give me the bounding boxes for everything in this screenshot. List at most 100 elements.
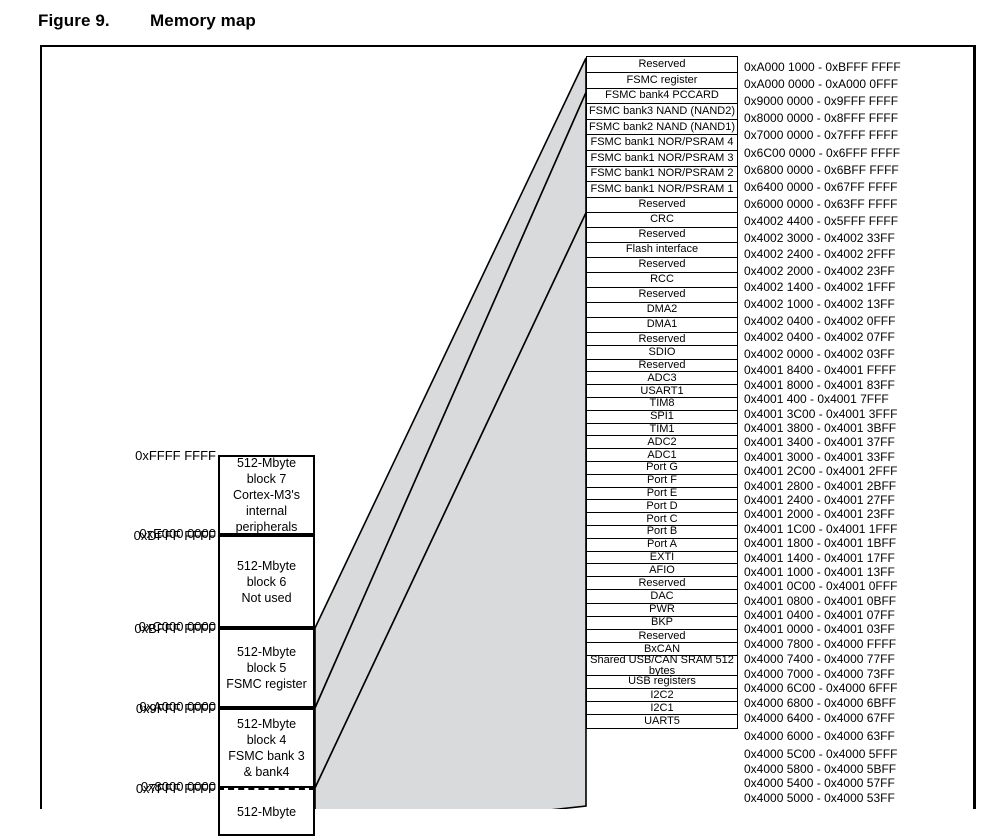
block-address-labels: 0xFFFF FFFF 0xE000 0000 0xDFFF FFFF 0xC000 … xyxy=(0,0,216,809)
memory-block-3: 512-Mbyte block 5 FSMC register xyxy=(218,628,315,708)
memory-region-label: I2C1 xyxy=(650,701,674,714)
memory-region-label: ADC2 xyxy=(647,435,677,448)
memory-region-label: CRC xyxy=(650,213,674,226)
memory-region-label: USB registers xyxy=(628,675,696,688)
memory-region-label: FSMC bank2 NAND (NAND1) xyxy=(588,120,736,133)
memory-region-label: AFIO xyxy=(649,563,675,576)
memory-region-address: 0x4000 5400 - 0x4000 57FF xyxy=(744,776,895,791)
memory-block-2: 512-Mbyte block 6 Not used xyxy=(218,535,315,628)
memory-region-address: 0x4000 7000 - 0x4000 73FF xyxy=(744,666,895,681)
memory-region-address: 0x4002 1000 - 0x4002 13FF xyxy=(744,296,895,311)
memory-region-address: 0x4001 1C00 - 0x4001 1FFF xyxy=(744,521,898,536)
memory-region-address: 0x9000 0000 - 0x9FFF FFFF xyxy=(744,93,899,108)
memory-region-address: 0x6400 0000 - 0x67FF FFFF xyxy=(744,179,898,194)
memory-region-label: FSMC bank1 NOR/PSRAM 4 xyxy=(590,136,734,149)
block-line: 512-Mbyte xyxy=(236,456,297,470)
block-line: block 7 xyxy=(246,472,287,486)
memory-region-address: 0x4002 3000 - 0x4002 33FF xyxy=(744,230,895,245)
memory-region-label: Reserved xyxy=(638,576,686,589)
memory-region-label: ADC1 xyxy=(647,448,677,461)
memory-region-label: Reserved xyxy=(638,359,686,371)
memory-region-label: Reserved xyxy=(638,629,686,642)
memory-region-address: 0x4000 5000 - 0x4000 53FF xyxy=(744,791,895,806)
memory-map-figure: Figure 9. Memory map 512-Mbyte block 7 Cort… xyxy=(0,0,984,836)
memory-region-label: RCC xyxy=(650,273,674,286)
memory-region-row: Shared USB/CAN SRAM 512 bytes xyxy=(586,655,738,677)
memory-region-label: Reserved xyxy=(638,332,686,345)
memory-region-label: EXTI xyxy=(649,550,675,563)
block-line: Cortex-M3's xyxy=(233,488,300,502)
memory-region-address: 0x4000 6C00 - 0x4000 6FFF xyxy=(744,681,898,696)
memory-region-address: 0x4002 0400 - 0x4002 07FF xyxy=(744,330,895,345)
memory-region-address: 0x6C00 0000 - 0x6FFF FFFF xyxy=(744,145,901,160)
memory-region-address: 0x4000 6800 - 0x4000 6BFF xyxy=(744,696,897,711)
memory-region-label: DMA1 xyxy=(646,318,678,331)
memory-region-address: 0x4001 0C00 - 0x4001 0FFF xyxy=(744,579,898,594)
memory-region-label: Port C xyxy=(646,512,678,525)
memory-region-address: 0xA000 0000 - 0xA000 0FFF xyxy=(744,76,899,91)
block-line: 512-Mbyte xyxy=(236,645,297,659)
memory-region-address: 0x7000 0000 - 0x7FFF FFFF xyxy=(744,128,899,143)
memory-region-address: 0x4001 3400 - 0x4001 37FF xyxy=(744,435,895,450)
memory-region-label: I2C2 xyxy=(650,688,674,701)
memory-region-address: 0x4001 1400 - 0x4001 17FF xyxy=(744,550,895,565)
memory-block-1: 512-Mbyte block 7 Cortex-M3's internal perip… xyxy=(218,455,315,535)
memory-region-label: Reserved xyxy=(638,58,686,71)
memory-region-address: 0x4002 4400 - 0x5FFF FFFF xyxy=(744,213,899,228)
memory-region-address: 0x4000 5800 - 0x4000 5BFF xyxy=(744,761,897,776)
memory-region-label: PWR xyxy=(649,603,675,616)
memory-region-address: 0xA000 1000 - 0xBFFF FFFF xyxy=(744,59,901,74)
memory-region-label: Reserved xyxy=(638,228,686,241)
memory-region-label: DAC xyxy=(650,589,674,602)
memory-region-label: Reserved xyxy=(638,198,686,211)
memory-region-address: 0x4001 3800 - 0x4001 3BFF xyxy=(744,421,897,435)
memory-region-label: FSMC bank3 NAND (NAND2) xyxy=(588,105,736,118)
memory-region-address: 0x6000 0000 - 0x63FF FFFF xyxy=(744,197,898,212)
block-line: 512-Mbyte xyxy=(236,558,297,573)
block-line: peripherals xyxy=(235,520,298,534)
block-line: 512-Mbyte xyxy=(236,717,297,731)
block-line: 512-Mbyte xyxy=(236,805,297,819)
block-line: FSMC register xyxy=(226,677,307,691)
memory-region-address: 0x4001 2C00 - 0x4001 2FFF xyxy=(744,464,898,479)
memory-region-address: 0x4001 3C00 - 0x4001 3FFF xyxy=(744,406,898,421)
memory-region-address: 0x4001 8000 - 0x4001 83FF xyxy=(744,377,895,392)
memory-region-label: Port D xyxy=(646,499,678,512)
memory-region-label: BxCAN xyxy=(643,642,681,655)
memory-region-address: 0x4000 6000 - 0x4000 63FF xyxy=(744,728,895,743)
block-top-address: 0x7FFF FFFF xyxy=(135,781,216,796)
memory-block-5: 512-Mbyte xyxy=(218,788,315,836)
block-line: block 5 xyxy=(246,661,287,675)
memory-region-label: Shared USB/CAN SRAM 512 bytes xyxy=(590,655,734,677)
memory-region-address: 0x4002 0400 - 0x4002 0FFF xyxy=(744,313,896,328)
memory-region-address: 0x4001 3000 - 0x4001 33FF xyxy=(744,449,895,464)
memory-region-address: 0x4001 0000 - 0x4001 03FF xyxy=(744,622,895,637)
memory-region-address: 0x4000 6400 - 0x4000 67FF xyxy=(744,711,895,726)
memory-region-address: 0x4001 0400 - 0x4001 07FF xyxy=(744,608,895,623)
memory-region-address: 0x4002 2400 - 0x4002 2FFF xyxy=(744,247,896,262)
memory-region-address: 0x4001 1800 - 0x4001 1BFF xyxy=(744,536,897,551)
memory-region-label: Port B xyxy=(646,525,678,538)
memory-region-label: ADC3 xyxy=(647,371,677,384)
block-top-address: 0xDFFF FFFF xyxy=(133,528,216,543)
memory-region-address: 0x4002 0000 - 0x4002 03FF xyxy=(744,346,895,361)
peripheral-table: Reserved FSMC register FSMC bank4 PCCARD FS… xyxy=(586,56,738,730)
memory-block-4: 512-Mbyte block 4 FSMC bank 3 & bank4 xyxy=(218,708,315,788)
memory-region-address: 0x6800 0000 - 0x6BFF FFFF xyxy=(744,162,899,177)
block-top-address: 0x9FFF FFFF xyxy=(135,701,216,716)
memory-region-label: Port E xyxy=(646,486,678,499)
memory-region-label: Port F xyxy=(647,474,677,487)
memory-region-label: TIM1 xyxy=(649,422,675,435)
block-line: FSMC bank 3 xyxy=(228,749,305,763)
block-line: block 4 xyxy=(246,733,287,747)
memory-region-address: 0x8000 0000 - 0x8FFF FFFF xyxy=(744,111,899,126)
memory-region-address: 0x4001 0800 - 0x4001 0BFF xyxy=(744,593,897,608)
memory-region-label: FSMC bank1 NOR/PSRAM 2 xyxy=(590,167,734,180)
memory-region-address: 0x4001 2000 - 0x4001 23FF xyxy=(744,507,895,522)
memory-region-label: Reserved xyxy=(638,288,686,301)
peripheral-address-column: 0xA000 1000 - 0xBFFF FFFF 0xA000 0000 - 0… xyxy=(744,58,944,806)
block-line: Not used xyxy=(241,590,292,605)
memory-region-address: 0x4002 2000 - 0x4002 23FF xyxy=(744,263,895,278)
block-line: internal xyxy=(246,504,287,518)
memory-region-label: DMA2 xyxy=(646,303,678,316)
